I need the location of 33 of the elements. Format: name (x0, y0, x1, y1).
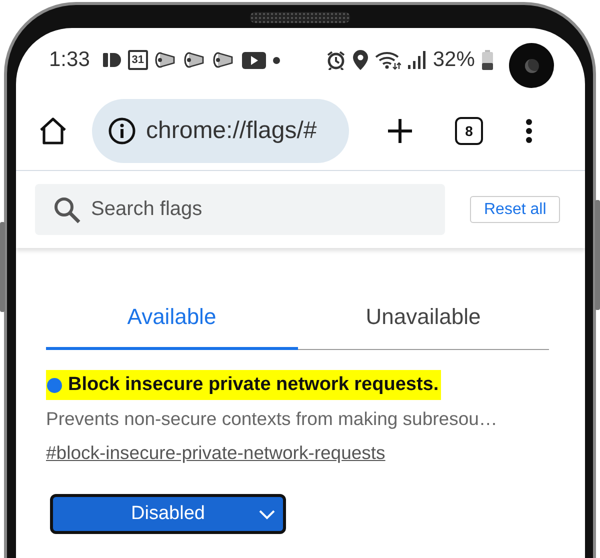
signal-icon (408, 51, 426, 69)
more-vertical-icon (525, 118, 533, 144)
badge-icon (102, 52, 121, 68)
megaphone-icon (212, 52, 235, 68)
home-button[interactable] (38, 116, 68, 146)
battery-icon (482, 50, 493, 70)
plus-icon (387, 118, 413, 144)
home-icon (38, 116, 68, 146)
info-icon (108, 117, 136, 145)
tab[interactable]: Available (46, 286, 298, 350)
search-field[interactable]: Search flags (35, 184, 445, 235)
wifi-icon (374, 50, 401, 70)
alarm-clock-icon (326, 50, 346, 70)
location-pin-icon (352, 50, 368, 70)
search-icon (53, 196, 81, 224)
tab-count-button[interactable]: 8 (455, 117, 483, 145)
menu-button[interactable] (525, 118, 533, 144)
dot-icon (272, 56, 280, 64)
flag-description: Prevents non-secure contexts from making subresou… (46, 408, 498, 430)
megaphone-icon (154, 52, 177, 68)
flag-link[interactable]: #block-insecure-private-network-requests (46, 442, 386, 464)
tab[interactable]: Unavailable (298, 286, 549, 350)
flag-title: Block insecure private network requests. (46, 370, 441, 400)
calendar-icon: 31 (128, 50, 148, 70)
video-play-icon (242, 52, 266, 68)
clock-time: 1:33 (49, 48, 90, 72)
battery-percent: 32% (432, 48, 475, 72)
reset-all-button[interactable]: Reset all (470, 196, 560, 223)
address-bar[interactable]: chrome://flags/# (92, 99, 349, 163)
new-tab-button[interactable] (387, 118, 413, 144)
flag-state-select[interactable]: Disabled (50, 494, 286, 534)
chevron-down-icon (259, 510, 275, 520)
megaphone-icon (184, 52, 206, 68)
